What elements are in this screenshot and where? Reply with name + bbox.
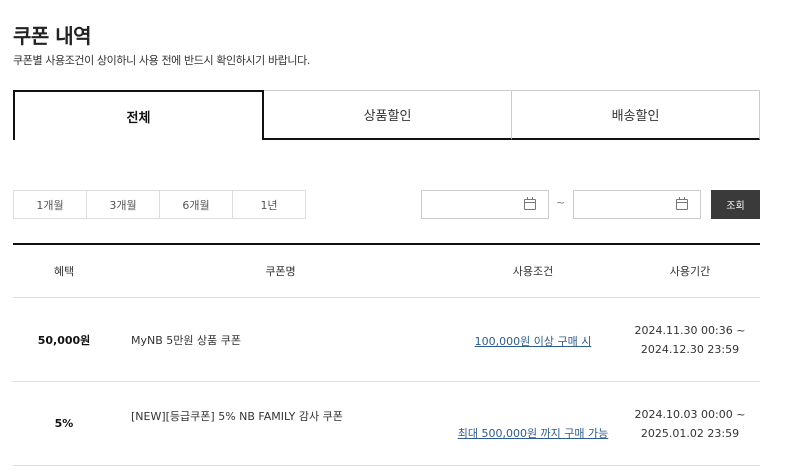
coupon-period: 2024.10.03 00:00 ~ 2025.01.02 23:59 bbox=[620, 405, 760, 443]
coupon-name: MyNB 5만원 상품 쿠폰 bbox=[131, 333, 241, 347]
coupon-condition-link[interactable]: 100,000원 이상 구매 시 bbox=[475, 335, 592, 348]
table-header: 혜택 쿠폰명 사용조건 사용기간 bbox=[13, 245, 760, 298]
period-end: 2025.01.02 23:59 bbox=[640, 426, 740, 440]
period-1-year-button[interactable]: 1년 bbox=[232, 190, 306, 219]
table-row: 50,000원 MyNB 5만원 상품 쿠폰 100,000원 이상 구매 시 … bbox=[13, 298, 760, 382]
coupon-condition-link[interactable]: 최대 500,000원 까지 구매 가능 bbox=[458, 427, 609, 440]
period-start: 2024.10.03 00:00 ~ bbox=[634, 407, 746, 421]
tab-shipping-discount[interactable]: 배송할인 bbox=[512, 90, 760, 140]
header-benefit: 혜택 bbox=[53, 265, 75, 278]
header-coupon-name: 쿠폰명 bbox=[265, 265, 296, 278]
coupon-benefit: 50,000원 bbox=[37, 333, 91, 347]
period-start: 2024.11.30 00:36 ~ bbox=[634, 323, 746, 337]
period-3-months-button[interactable]: 3개월 bbox=[86, 190, 160, 219]
coupon-tabs: 전체 상품할인 배송할인 bbox=[13, 90, 760, 140]
period-end: 2024.12.30 23:59 bbox=[640, 342, 740, 356]
tab-all[interactable]: 전체 bbox=[13, 90, 264, 140]
header-period: 사용기간 bbox=[669, 265, 711, 278]
date-separator: ~ bbox=[556, 196, 566, 209]
page-title: 쿠폰 내역 bbox=[13, 24, 92, 48]
calendar-icon[interactable] bbox=[524, 197, 536, 210]
start-date-input[interactable] bbox=[421, 190, 549, 219]
page-description: 쿠폰별 사용조건이 상이하니 사용 전에 반드시 확인하시기 바랍니다. bbox=[13, 54, 310, 67]
header-condition: 사용조건 bbox=[512, 265, 554, 278]
search-button[interactable]: 조회 bbox=[711, 190, 760, 219]
calendar-icon[interactable] bbox=[676, 197, 688, 210]
period-buttons: 1개월 3개월 6개월 1년 bbox=[13, 190, 306, 219]
period-1-month-button[interactable]: 1개월 bbox=[13, 190, 87, 219]
coupon-period: 2024.11.30 00:36 ~ 2024.12.30 23:59 bbox=[620, 321, 760, 359]
coupon-condition-cell: 최대 500,000원 까지 구매 가능 bbox=[446, 422, 620, 441]
end-date-input[interactable] bbox=[573, 190, 701, 219]
coupon-condition-cell: 100,000원 이상 구매 시 bbox=[446, 330, 620, 349]
coupon-table: 혜택 쿠폰명 사용조건 사용기간 50,000원 MyNB 5만원 상품 쿠폰 … bbox=[13, 243, 760, 466]
coupon-name: [NEW][등급쿠폰] 5% NB FAMILY 감사 쿠폰 bbox=[131, 410, 343, 423]
coupon-benefit: 5% bbox=[54, 417, 74, 430]
table-row: 5% [NEW][등급쿠폰] 5% NB FAMILY 감사 쿠폰 최대 500… bbox=[13, 382, 760, 466]
tab-product-discount[interactable]: 상품할인 bbox=[264, 90, 512, 140]
period-6-months-button[interactable]: 6개월 bbox=[159, 190, 233, 219]
